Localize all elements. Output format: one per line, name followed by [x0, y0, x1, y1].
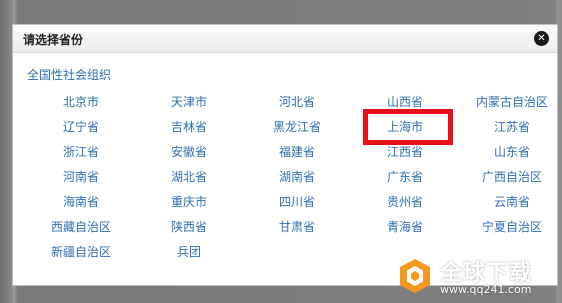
province-item[interactable]: 陕西省 [136, 218, 242, 235]
province-item[interactable]: 天津市 [136, 93, 242, 110]
highlight-annotation-box [363, 109, 453, 145]
province-item[interactable]: 江苏省 [459, 118, 562, 135]
province-item[interactable]: 辽宁省 [28, 118, 134, 135]
province-item[interactable]: 安徽省 [136, 143, 242, 160]
province-item[interactable]: 河北省 [244, 93, 350, 110]
province-item[interactable]: 广东省 [352, 168, 458, 185]
watermark-url: www.qq241.com [440, 283, 532, 296]
province-item[interactable]: 西藏自治区 [28, 218, 134, 235]
province-item[interactable]: 山西省 [352, 93, 458, 110]
province-item[interactable]: 海南省 [28, 193, 134, 210]
province-item[interactable]: 兵团 [136, 243, 242, 260]
province-item[interactable]: 贵州省 [352, 193, 458, 210]
province-item[interactable]: 云南省 [459, 193, 562, 210]
province-item[interactable]: 湖南省 [244, 168, 350, 185]
province-item[interactable]: 湖北省 [136, 168, 242, 185]
province-item[interactable]: 北京市 [28, 93, 134, 110]
province-select-dialog: 请选择省份 ✕ 全国性社会组织 北京市 天津市 河北省 山西省 内蒙古自治区 辽宁省 吉林省… [12, 24, 558, 286]
province-item[interactable]: 福建省 [244, 143, 350, 160]
watermark-logo-icon [400, 259, 430, 293]
province-item[interactable]: 内蒙古自治区 [459, 93, 562, 110]
province-item[interactable]: 江西省 [352, 143, 458, 160]
dialog-title: 请选择省份 [23, 33, 84, 47]
province-item[interactable]: 新疆自治区 [28, 243, 134, 260]
province-item[interactable]: 河南省 [28, 168, 134, 185]
province-item[interactable]: 四川省 [244, 193, 350, 210]
national-organizations-link[interactable]: 全国性社会组织 [27, 66, 111, 83]
province-item[interactable]: 山东省 [459, 143, 562, 160]
province-item[interactable]: 广西自治区 [459, 168, 562, 185]
province-item[interactable]: 重庆市 [136, 193, 242, 210]
province-item[interactable]: 黑龙江省 [244, 118, 350, 135]
province-item[interactable]: 青海省 [352, 218, 458, 235]
dialog-header: 请选择省份 ✕ [13, 25, 557, 53]
province-item[interactable]: 浙江省 [28, 143, 134, 160]
watermark: 全球下载 www.qq241.com [396, 255, 556, 299]
province-item[interactable]: 甘肃省 [244, 218, 350, 235]
close-icon[interactable]: ✕ [534, 31, 549, 46]
province-item[interactable]: 吉林省 [136, 118, 242, 135]
province-item[interactable]: 宁夏自治区 [459, 218, 562, 235]
